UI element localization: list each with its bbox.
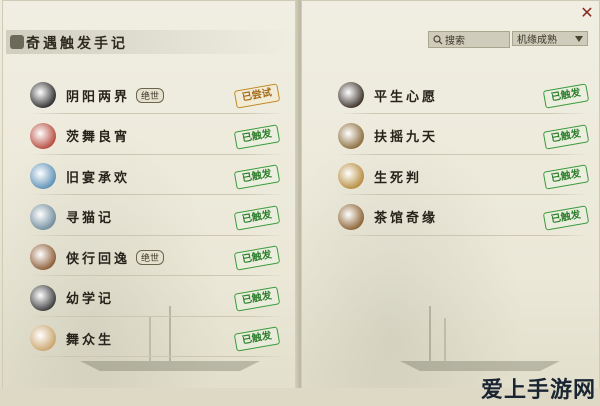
row-divider — [30, 234, 285, 236]
scholar-icon — [338, 82, 364, 108]
row-divider — [30, 315, 285, 317]
search-label: 搜索 — [445, 36, 465, 47]
row-divider — [30, 356, 285, 357]
encounter-name: 阴阳两界 — [66, 89, 131, 105]
rarity-tag: 绝世 — [136, 249, 165, 265]
pavilion-icon — [338, 122, 364, 149]
row-divider — [30, 194, 285, 195]
encounter-name: 侠行回逸 — [66, 251, 131, 267]
watermark-text: 爱上手游网 — [480, 378, 596, 403]
encounter-name: 幼学记 — [66, 292, 115, 307]
row-divider — [338, 234, 588, 236]
encounter-name: 舞众生 — [66, 332, 115, 348]
encounter-name: 旧宴承欢 — [66, 170, 131, 186]
row-divider — [338, 113, 588, 114]
cat-face-icon — [30, 325, 56, 351]
sort-dropdown[interactable]: 机缘成熟 — [512, 31, 588, 46]
row-divider — [338, 194, 588, 195]
house-icon — [30, 244, 56, 270]
paw-icon — [30, 284, 56, 311]
search-input[interactable]: 搜索 — [428, 31, 510, 48]
encounter-name: 生死判 — [374, 170, 423, 186]
dropdown-icon — [575, 35, 583, 42]
rarity-tag: 绝世 — [136, 87, 165, 103]
sort-label: 机缘成熟 — [517, 35, 557, 46]
cat-icon — [30, 203, 56, 230]
encounter-name: 茨舞良宵 — [66, 130, 131, 145]
search-icon — [433, 34, 443, 44]
title-brush-icon — [10, 35, 24, 49]
page-title: 奇遇触发手记 — [26, 36, 128, 52]
journal-book: 奇遇触发手记 ✕ 搜索 机缘成熟 阴阳两界 绝世 已尝试 茨舞良宵 已触发 旧宴承欢 已触发… — [0, 0, 600, 406]
close-icon[interactable]: ✕ — [580, 5, 594, 21]
feather-icon — [30, 163, 56, 189]
row-divider — [338, 153, 588, 155]
row-divider — [30, 113, 285, 114]
mask-icon — [30, 122, 56, 149]
boat-background-right — [400, 306, 560, 371]
row-divider — [30, 153, 285, 155]
brush-icon — [338, 163, 364, 189]
encounter-name: 寻猫记 — [66, 211, 115, 226]
yin-yang-icon — [30, 82, 56, 108]
encounter-name: 茶馆奇缘 — [374, 211, 439, 226]
teahouse-icon — [338, 203, 364, 230]
row-divider — [30, 275, 285, 276]
encounter-name: 扶摇九天 — [374, 130, 439, 145]
encounter-name: 平生心愿 — [374, 89, 439, 105]
